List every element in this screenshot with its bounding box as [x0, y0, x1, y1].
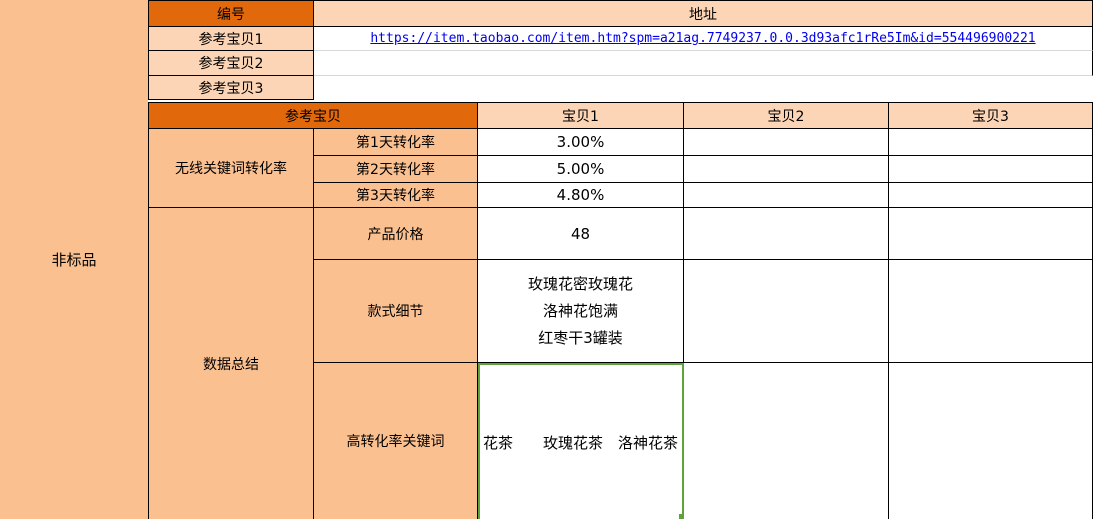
- style-item3-value-cell[interactable]: [889, 260, 1093, 363]
- day2-item1-value-cell[interactable]: 5.00%: [478, 156, 684, 183]
- keywords-item3-value-cell[interactable]: [889, 363, 1093, 519]
- ref-item-1-label-cell[interactable]: 参考宝贝1: [149, 27, 314, 51]
- day3-item1-value-cell[interactable]: 4.80%: [478, 183, 684, 208]
- category-label: 非标品: [51, 249, 96, 270]
- item1-header-label: 宝贝1: [562, 106, 599, 126]
- day1-item1-value: 3.00%: [557, 133, 605, 151]
- style-item2-value-cell[interactable]: [684, 260, 889, 363]
- price-item1-value: 48: [571, 225, 590, 243]
- style-item1-line2: 洛神花饱满: [543, 298, 618, 325]
- price-item2-value-cell[interactable]: [684, 208, 889, 260]
- selection-border-gap: [682, 505, 684, 514]
- ref-item-1-label: 参考宝贝1: [199, 29, 264, 49]
- day3-label: 第3天转化率: [356, 185, 435, 205]
- day2-item3-value-cell[interactable]: [889, 156, 1093, 183]
- day1-label-cell[interactable]: 第1天转化率: [314, 129, 478, 156]
- ref-item-3-label-cell[interactable]: 参考宝贝3: [149, 76, 314, 100]
- keywords-label-cell[interactable]: 高转化率关键词: [314, 363, 478, 519]
- ref-item-3-url-cell[interactable]: [314, 76, 1093, 100]
- day1-item3-value-cell[interactable]: [889, 129, 1093, 156]
- spreadsheet-screen: 非标品 编号 地址 参考宝贝1 https://item.taobao.com/…: [0, 0, 1096, 519]
- conversion-section-label: 无线关键词转化率: [175, 158, 287, 178]
- keywords-item1-value-cell-selected[interactable]: 花茶 玫瑰花茶 洛神花茶: [478, 363, 684, 519]
- day3-item3-value-cell[interactable]: [889, 183, 1093, 208]
- taobao-item-link[interactable]: https://item.taobao.com/item.htm?spm=a21…: [370, 31, 1035, 46]
- day2-label: 第2天转化率: [356, 159, 435, 179]
- keywords-item2-value-cell[interactable]: [684, 363, 889, 519]
- style-item1-value-cell[interactable]: 玫瑰花密玫瑰花 洛神花饱满 红枣干3罐装: [478, 260, 684, 363]
- style-item1-line3: 红枣干3罐装: [538, 325, 623, 352]
- conversion-section-cell[interactable]: 无线关键词转化率: [149, 129, 314, 208]
- id-header-label: 编号: [217, 4, 245, 24]
- summary-section-cell[interactable]: 数据总结: [149, 208, 314, 519]
- reference-url-table: 编号 地址 参考宝贝1 https://item.taobao.com/item…: [148, 0, 1093, 100]
- item2-header-label: 宝贝2: [768, 106, 805, 126]
- item1-header-cell[interactable]: 宝贝1: [478, 103, 684, 129]
- selection-fill-handle[interactable]: [679, 514, 684, 519]
- keywords-item1-value: 花茶 玫瑰花茶 洛神花茶: [483, 432, 678, 453]
- keywords-label: 高转化率关键词: [347, 431, 445, 451]
- style-item1-line1: 玫瑰花密玫瑰花: [528, 271, 633, 298]
- price-label-cell[interactable]: 产品价格: [314, 208, 478, 260]
- id-header-cell[interactable]: 编号: [149, 1, 314, 27]
- ref-item-1-url-cell[interactable]: https://item.taobao.com/item.htm?spm=a21…: [314, 27, 1093, 51]
- address-header-label: 地址: [689, 4, 717, 24]
- day2-item1-value: 5.00%: [557, 160, 605, 178]
- reference-group-header-label: 参考宝贝: [285, 106, 341, 126]
- day1-label: 第1天转化率: [356, 132, 435, 152]
- address-header-cell[interactable]: 地址: [314, 1, 1093, 27]
- style-label: 款式细节: [368, 301, 424, 321]
- price-item3-value-cell[interactable]: [889, 208, 1093, 260]
- day1-item1-value-cell[interactable]: 3.00%: [478, 129, 684, 156]
- day2-label-cell[interactable]: 第2天转化率: [314, 156, 478, 183]
- item3-header-cell[interactable]: 宝贝3: [889, 103, 1093, 129]
- day3-label-cell[interactable]: 第3天转化率: [314, 183, 478, 208]
- price-item1-value-cell[interactable]: 48: [478, 208, 684, 260]
- day2-item2-value-cell[interactable]: [684, 156, 889, 183]
- price-label: 产品价格: [368, 224, 424, 244]
- category-cell[interactable]: 非标品: [0, 0, 148, 519]
- ref-item-2-url-cell[interactable]: [314, 51, 1093, 76]
- ref-item-3-label: 参考宝贝3: [199, 78, 264, 98]
- ref-item-2-label-cell[interactable]: 参考宝贝2: [149, 51, 314, 76]
- item3-header-label: 宝贝3: [972, 106, 1009, 126]
- summary-section-label: 数据总结: [203, 354, 259, 374]
- item2-header-cell[interactable]: 宝贝2: [684, 103, 889, 129]
- style-label-cell[interactable]: 款式细节: [314, 260, 478, 363]
- ref-item-2-label: 参考宝贝2: [199, 53, 264, 73]
- day3-item1-value: 4.80%: [557, 186, 605, 204]
- day1-item2-value-cell[interactable]: [684, 129, 889, 156]
- day3-item2-value-cell[interactable]: [684, 183, 889, 208]
- reference-data-table: 参考宝贝 宝贝1 宝贝2 宝贝3 无线关键词转化率 第1天转化率 3.00%: [148, 102, 1093, 519]
- reference-group-header-cell[interactable]: 参考宝贝: [149, 103, 478, 129]
